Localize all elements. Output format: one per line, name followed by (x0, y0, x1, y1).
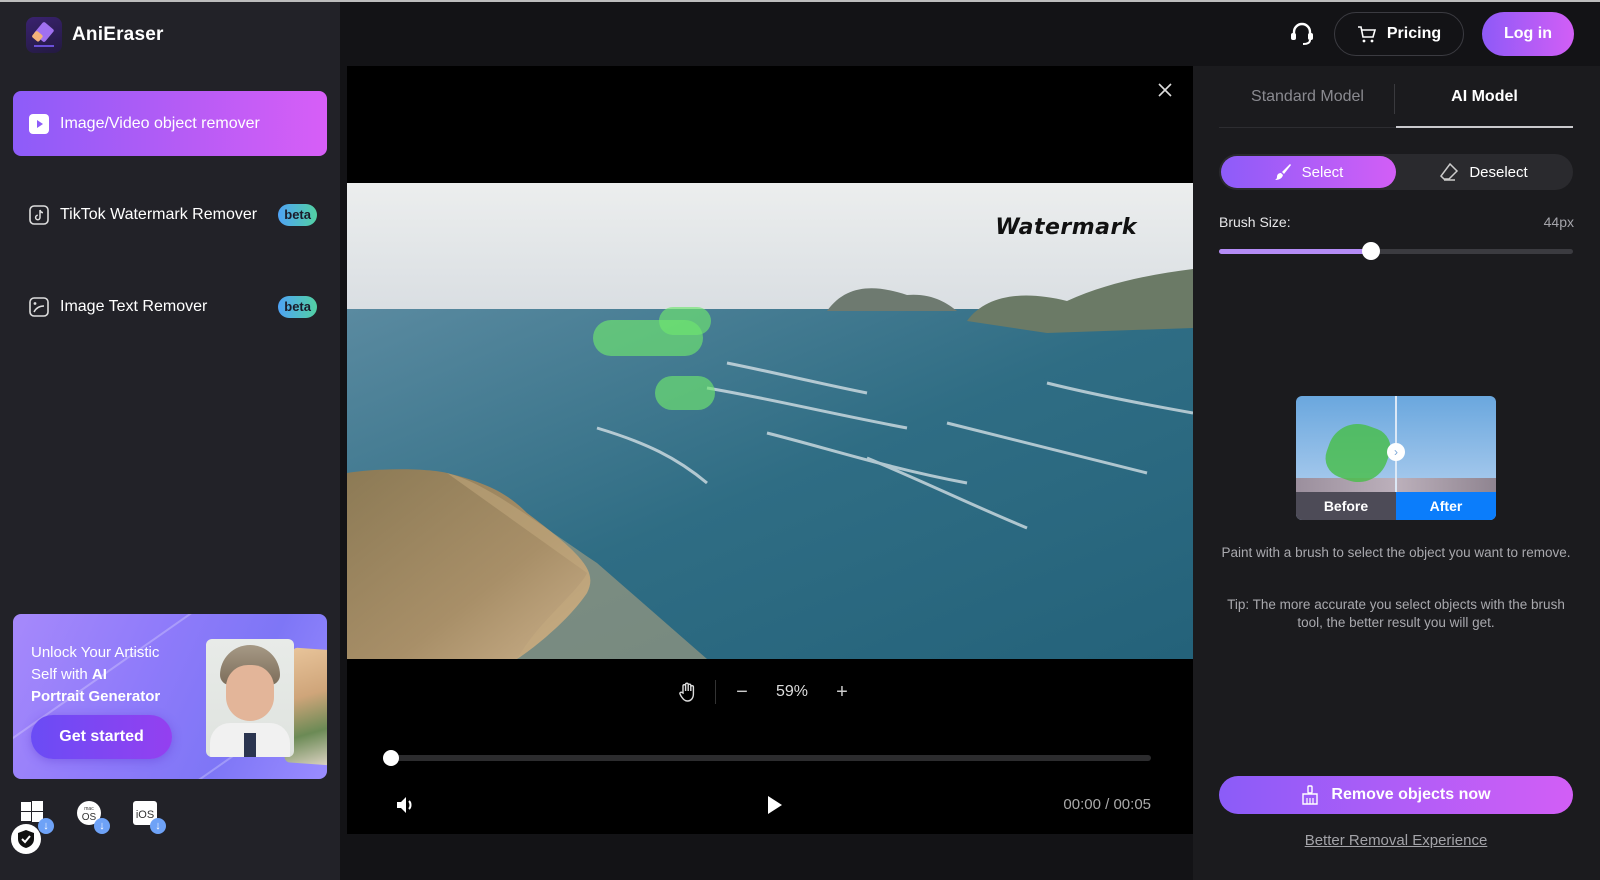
sidebar: AniEraser Image/Video object remover Tik… (0, 2, 340, 880)
app-name: AniEraser (72, 24, 164, 45)
tab-divider (1394, 84, 1395, 114)
selection-mask (659, 307, 711, 335)
video-frame-scene (347, 183, 1193, 659)
download-ios-button[interactable]: iOS ↓ (132, 800, 166, 834)
svg-text:iOS: iOS (136, 809, 154, 821)
portrait-face (226, 665, 274, 721)
brush-size-slider[interactable] (1219, 242, 1573, 260)
select-mode-label: Select (1301, 163, 1344, 181)
sidebar-item-label: Image Text Remover (60, 297, 208, 315)
sidebar-item-tiktok-watermark[interactable]: TikTok Watermark Remover beta (13, 182, 327, 247)
settings-panel: Standard Model AI Model Select Deselect … (1193, 66, 1600, 880)
select-mode-button[interactable]: Select (1221, 156, 1396, 188)
security-shield-icon[interactable] (11, 824, 41, 854)
download-apps: ↓ mac OS ↓ iOS ↓ (20, 800, 166, 834)
zoom-controls: − 59% + (677, 676, 852, 708)
seek-thumb[interactable] (383, 750, 399, 766)
download-windows-button[interactable]: ↓ (20, 800, 54, 834)
promo-line-1: Unlock Your Artistic (31, 644, 160, 661)
get-started-button[interactable]: Get started (31, 715, 172, 759)
download-macos-button[interactable]: mac OS ↓ (76, 800, 110, 834)
deselect-mode-label: Deselect (1469, 163, 1528, 181)
chevron-right-icon: › (1387, 443, 1405, 461)
divider (715, 680, 716, 704)
sidebar-item-object-remover[interactable]: Image/Video object remover (13, 91, 327, 156)
app-logo[interactable]: AniEraser (26, 17, 164, 53)
beta-badge: beta (278, 295, 317, 318)
tab-standard-model[interactable]: Standard Model (1219, 66, 1396, 127)
download-arrow-icon: ↓ (94, 818, 110, 834)
deselect-mode-button[interactable]: Deselect (1396, 156, 1571, 188)
eraser-icon (1440, 163, 1459, 181)
zoom-level: 59% (775, 683, 809, 700)
portrait-tie (244, 733, 256, 757)
cart-icon (1357, 26, 1376, 43)
pricing-button[interactable]: Pricing (1334, 12, 1464, 56)
portrait-image-man (206, 639, 294, 757)
broom-icon (1302, 785, 1319, 805)
download-arrow-icon: ↓ (38, 818, 54, 834)
slider-fill (1219, 249, 1372, 254)
sidebar-item-label: Image/Video object remover (60, 114, 260, 132)
video-editor-stage: Watermark − 59% + 00:00 / 00:05 (347, 66, 1193, 834)
headset-icon[interactable] (1288, 20, 1316, 48)
beta-badge: beta (278, 203, 317, 226)
promo-banner-ai-portrait[interactable]: Unlock Your Artistic Self with AI Portra… (13, 614, 327, 779)
video-frame-canvas[interactable]: Watermark (347, 183, 1193, 659)
tab-ai-model[interactable]: AI Model (1396, 66, 1573, 128)
play-square-icon (29, 113, 49, 134)
close-icon[interactable] (1157, 82, 1173, 98)
play-icon[interactable] (764, 794, 784, 816)
zoom-in-button[interactable]: + (832, 682, 852, 702)
demo-before-label: Before (1296, 492, 1396, 520)
sidebar-item-image-text-remover[interactable]: Image Text Remover beta (13, 274, 327, 339)
brush-size-label: Brush Size: (1219, 214, 1291, 230)
hand-pan-icon[interactable] (677, 681, 699, 703)
video-seek-bar[interactable] (383, 750, 1151, 766)
eraser-logo-icon (26, 17, 62, 53)
model-tabs: Standard Model AI Model (1219, 66, 1573, 128)
before-after-demo: › Before After (1296, 396, 1496, 520)
tip-text: Tip: The more accurate you select object… (1227, 597, 1565, 630)
brush-icon (1274, 164, 1291, 180)
promo-text: Unlock Your Artistic Self with AI Portra… (31, 642, 201, 708)
image-text-icon (29, 296, 49, 317)
zoom-out-button[interactable]: − (732, 682, 752, 702)
time-display: 00:00 / 00:05 (1063, 796, 1151, 813)
brush-mode-toggle: Select Deselect (1219, 154, 1573, 190)
login-button[interactable]: Log in (1482, 12, 1574, 56)
tiktok-icon (29, 204, 49, 225)
sidebar-item-label: TikTok Watermark Remover (60, 205, 258, 223)
promo-line-3: Portrait Generator (31, 688, 161, 705)
volume-icon[interactable] (395, 794, 417, 816)
demo-after-label: After (1396, 492, 1496, 520)
slider-thumb[interactable] (1362, 242, 1381, 260)
promo-line-2: Self with (31, 666, 92, 683)
instruction-text: Paint with a brush to select the object … (1221, 545, 1571, 560)
watermark-text-overlay: Watermark (995, 215, 1137, 240)
pricing-label: Pricing (1386, 25, 1442, 42)
brush-size-value: 44px (1543, 214, 1574, 230)
better-removal-link[interactable]: Better Removal Experience (1219, 832, 1573, 849)
download-arrow-icon: ↓ (150, 818, 166, 834)
selection-mask (655, 376, 715, 410)
remove-objects-label: Remove objects now (1331, 786, 1491, 803)
remove-objects-button[interactable]: Remove objects now (1219, 776, 1573, 814)
promo-line-2-bold: AI (91, 666, 107, 683)
